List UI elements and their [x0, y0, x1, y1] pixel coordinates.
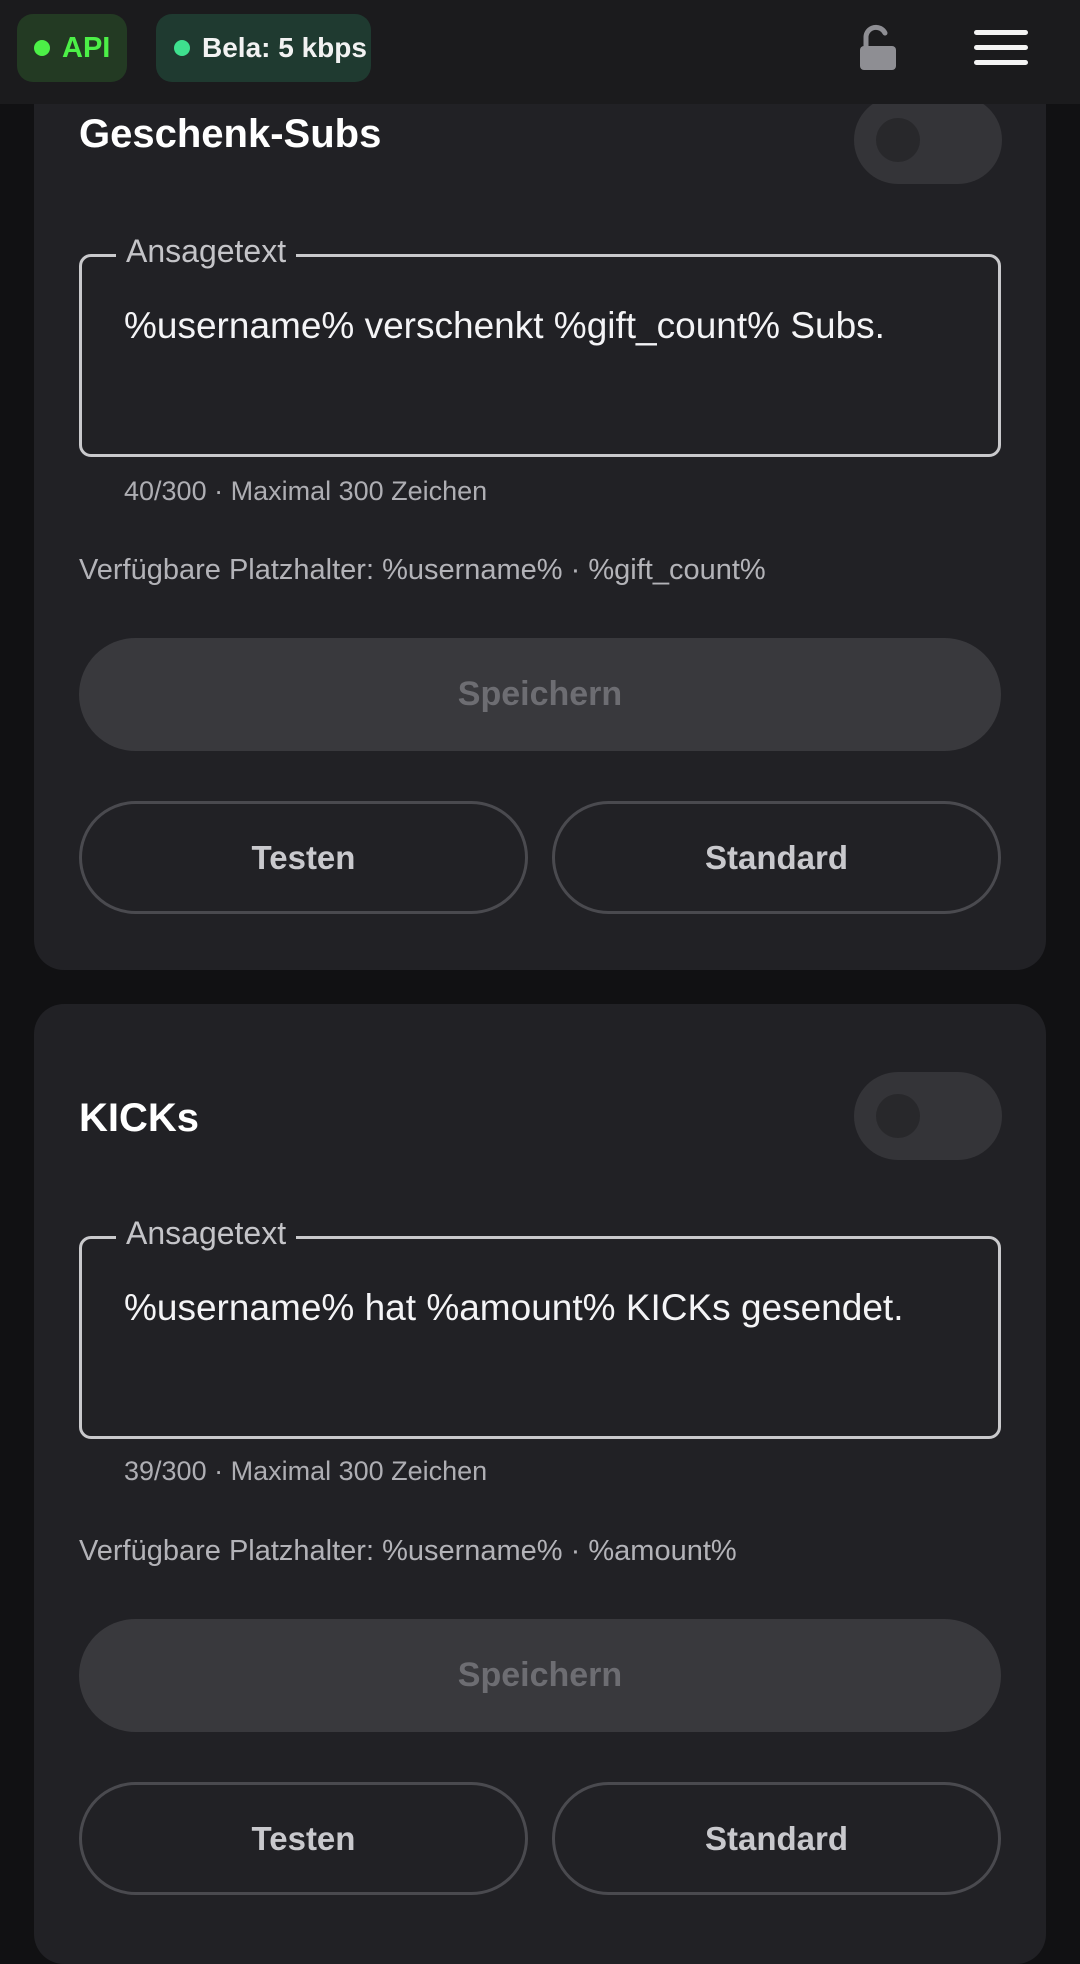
- test-button[interactable]: Testen: [79, 1782, 528, 1895]
- api-status-badge[interactable]: API: [17, 14, 127, 82]
- bitrate-status-dot-icon: [174, 40, 190, 56]
- announcement-text-field[interactable]: Ansagetext %username% verschenkt %gift_c…: [79, 233, 1001, 457]
- field-value[interactable]: %username% verschenkt %gift_count% Subs.: [124, 305, 885, 347]
- toggle-knob: [876, 118, 920, 162]
- default-button[interactable]: Standard: [552, 1782, 1001, 1895]
- top-bar: API Bela: 5 kbps: [0, 0, 1080, 104]
- unlock-icon[interactable]: [856, 24, 900, 72]
- bitrate-status-label: Bela: 5 kbps: [202, 32, 367, 63]
- gift-subs-toggle[interactable]: [854, 96, 1002, 184]
- card-title: Geschenk-Subs: [79, 112, 382, 156]
- bitrate-status-badge[interactable]: Bela: 5 kbps: [156, 14, 371, 82]
- character-counter: 39/300 · Maximal 300 Zeichen: [124, 1456, 488, 1486]
- field-label: Ansagetext: [116, 1215, 297, 1252]
- kicks-card: KICKs Ansagetext %username% hat %amount%…: [34, 1004, 1046, 1964]
- toggle-knob: [876, 1094, 920, 1138]
- test-button[interactable]: Testen: [79, 801, 528, 914]
- available-placeholders: Verfügbare Platzhalter: %username% · %am…: [79, 1535, 737, 1567]
- save-button[interactable]: Speichern: [79, 1619, 1001, 1732]
- api-status-label: API: [62, 31, 111, 64]
- hamburger-menu-icon[interactable]: [974, 28, 1028, 68]
- field-value[interactable]: %username% hat %amount% KICKs gesendet.: [124, 1287, 903, 1329]
- api-status-dot-icon: [34, 40, 50, 56]
- gift-subs-card: Geschenk-Subs Ansagetext %username% vers…: [34, 60, 1046, 970]
- announcement-text-field[interactable]: Ansagetext %username% hat %amount% KICKs…: [79, 1215, 1001, 1439]
- card-title: KICKs: [79, 1096, 200, 1140]
- save-button[interactable]: Speichern: [79, 638, 1001, 751]
- available-placeholders: Verfügbare Platzhalter: %username% · %gi…: [79, 554, 766, 586]
- kicks-toggle[interactable]: [854, 1072, 1002, 1160]
- field-label: Ansagetext: [116, 233, 297, 270]
- character-counter: 40/300 · Maximal 300 Zeichen: [124, 476, 488, 506]
- default-button[interactable]: Standard: [552, 801, 1001, 914]
